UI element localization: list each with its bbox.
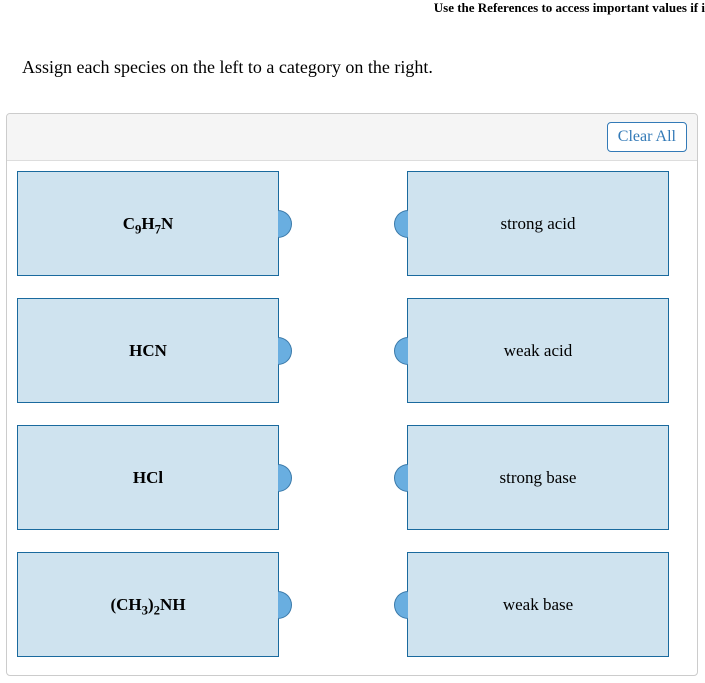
category-label: strong base — [500, 468, 577, 488]
species-column: C9H7N HCN HCl (CH3)2NH — [17, 171, 279, 657]
matching-panel: Clear All C9H7N HCN HCl (CH3)2NH — [6, 113, 698, 676]
connector-right-icon[interactable] — [278, 337, 292, 365]
instruction-text: Assign each species on the left to a cat… — [22, 57, 433, 78]
species-tile[interactable]: (CH3)2NH — [17, 552, 279, 657]
species-label: HCl — [133, 468, 163, 488]
species-tile[interactable]: C9H7N — [17, 171, 279, 276]
species-label: HCN — [129, 341, 167, 361]
categories-column: strong acid weak acid strong base weak b… — [407, 171, 669, 657]
category-label: strong acid — [500, 214, 575, 234]
connector-right-icon[interactable] — [278, 464, 292, 492]
match-body: C9H7N HCN HCl (CH3)2NH strong acid — [7, 161, 697, 676]
connector-left-icon[interactable] — [394, 464, 408, 492]
panel-header: Clear All — [7, 114, 697, 161]
species-label: C9H7N — [123, 214, 174, 234]
connector-left-icon[interactable] — [394, 337, 408, 365]
connector-right-icon[interactable] — [278, 591, 292, 619]
species-tile[interactable]: HCN — [17, 298, 279, 403]
clear-all-button[interactable]: Clear All — [607, 122, 687, 152]
species-tile[interactable]: HCl — [17, 425, 279, 530]
references-hint: Use the References to access important v… — [434, 0, 705, 16]
category-tile[interactable]: weak base — [407, 552, 669, 657]
category-label: weak acid — [504, 341, 572, 361]
category-tile[interactable]: strong base — [407, 425, 669, 530]
species-label: (CH3)2NH — [110, 595, 185, 615]
connector-right-icon[interactable] — [278, 210, 292, 238]
category-tile[interactable]: weak acid — [407, 298, 669, 403]
category-label: weak base — [503, 595, 573, 615]
category-tile[interactable]: strong acid — [407, 171, 669, 276]
connector-left-icon[interactable] — [394, 210, 408, 238]
connector-left-icon[interactable] — [394, 591, 408, 619]
